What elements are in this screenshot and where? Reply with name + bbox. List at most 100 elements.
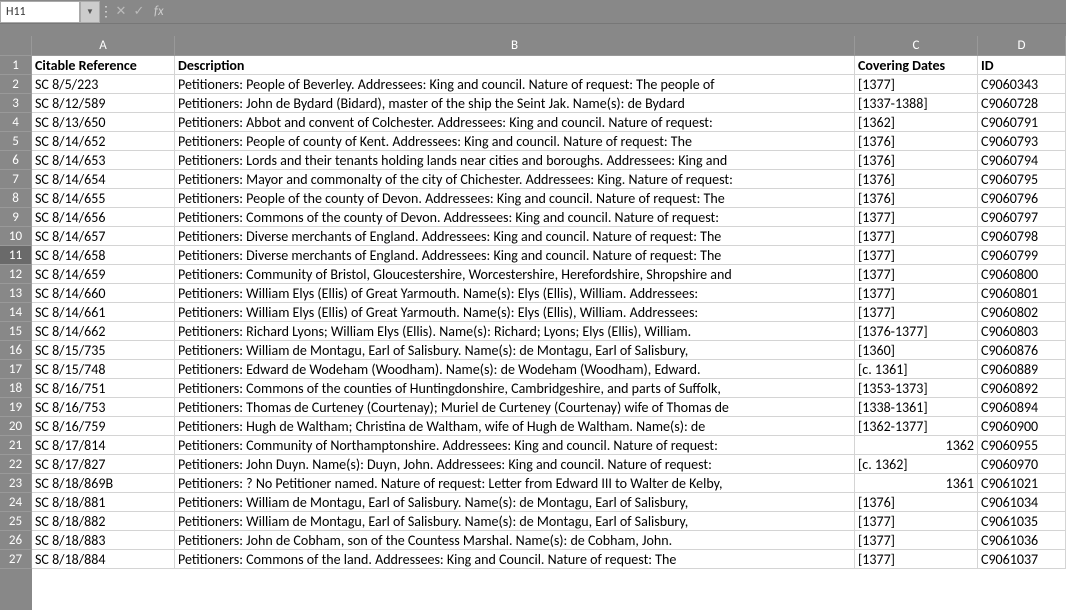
cell[interactable]: [1377]	[855, 265, 978, 284]
row-header[interactable]: 24	[0, 493, 32, 512]
cell[interactable]: C9060800	[978, 265, 1066, 284]
cell[interactable]: Petitioners: Community of Bristol, Glouc…	[175, 265, 855, 284]
cell[interactable]: C9060889	[978, 360, 1066, 379]
cell[interactable]: [1353-1373]	[855, 379, 978, 398]
cell[interactable]: SC 8/17/814	[32, 436, 175, 455]
cell[interactable]: C9060791	[978, 113, 1066, 132]
cell[interactable]: C9060799	[978, 246, 1066, 265]
cell[interactable]: [c. 1362]	[855, 455, 978, 474]
cell[interactable]: C9060795	[978, 170, 1066, 189]
cell[interactable]: Petitioners: William Elys (Ellis) of Gre…	[175, 284, 855, 303]
cell[interactable]: Petitioners: John Duyn. Name(s): Duyn, J…	[175, 455, 855, 474]
cell[interactable]: [1377]	[855, 303, 978, 322]
cell[interactable]: SC 8/12/589	[32, 94, 175, 113]
cell[interactable]: Petitioners: Commons of the counties of …	[175, 379, 855, 398]
cell[interactable]: Petitioners: Commons of the land. Addres…	[175, 550, 855, 569]
cell[interactable]: Petitioners: Community of Northamptonshi…	[175, 436, 855, 455]
cell[interactable]: Petitioners: William de Montagu, Earl of…	[175, 493, 855, 512]
col-header-d[interactable]: D	[978, 36, 1066, 56]
cell[interactable]: Petitioners: Edward de Wodeham (Woodham)…	[175, 360, 855, 379]
cell[interactable]: SC 8/14/657	[32, 227, 175, 246]
header-cell[interactable]: Citable Reference	[32, 56, 175, 75]
select-all-corner[interactable]	[0, 36, 32, 56]
cell[interactable]: SC 8/14/653	[32, 151, 175, 170]
cell[interactable]: 1361	[855, 474, 978, 493]
cell[interactable]: [1376]	[855, 170, 978, 189]
cell[interactable]: [1377]	[855, 531, 978, 550]
col-header-b[interactable]: B	[175, 36, 855, 56]
cell[interactable]: C9060796	[978, 189, 1066, 208]
cell[interactable]: SC 8/14/660	[32, 284, 175, 303]
cell[interactable]: C9060900	[978, 417, 1066, 436]
cell[interactable]: Petitioners: People of Beverley. Address…	[175, 75, 855, 94]
cell[interactable]: Petitioners: William Elys (Ellis) of Gre…	[175, 303, 855, 322]
cell[interactable]: [1376-1377]	[855, 322, 978, 341]
cell[interactable]: C9060803	[978, 322, 1066, 341]
cell[interactable]: SC 8/14/654	[32, 170, 175, 189]
header-cell[interactable]: ID	[978, 56, 1066, 75]
row-header[interactable]: 11	[0, 246, 32, 265]
row-header[interactable]: 13	[0, 284, 32, 303]
cell[interactable]: [1377]	[855, 246, 978, 265]
row-header[interactable]: 1	[0, 56, 32, 75]
cell[interactable]: Petitioners: Abbot and convent of Colche…	[175, 113, 855, 132]
row-header[interactable]: 22	[0, 455, 32, 474]
cell[interactable]: [1376]	[855, 189, 978, 208]
cell[interactable]: C9061036	[978, 531, 1066, 550]
cell[interactable]: Petitioners: Thomas de Curteney (Courten…	[175, 398, 855, 417]
cell[interactable]: [1376]	[855, 132, 978, 151]
cell[interactable]: [1377]	[855, 284, 978, 303]
header-cell[interactable]: Covering Dates	[855, 56, 978, 75]
row-header[interactable]: 3	[0, 94, 32, 113]
cell[interactable]: C9060793	[978, 132, 1066, 151]
cell[interactable]: 1362	[855, 436, 978, 455]
cell[interactable]: SC 8/18/882	[32, 512, 175, 531]
cell[interactable]: C9060728	[978, 94, 1066, 113]
row-header[interactable]: 17	[0, 360, 32, 379]
cell[interactable]: Petitioners: People of county of Kent. A…	[175, 132, 855, 151]
cell[interactable]: Petitioners: Diverse merchants of Englan…	[175, 227, 855, 246]
cell[interactable]: Petitioners: William de Montagu, Earl of…	[175, 341, 855, 360]
cell[interactable]: Petitioners: Mayor and commonalty of the…	[175, 170, 855, 189]
row-header[interactable]: 20	[0, 417, 32, 436]
row-header[interactable]: 6	[0, 151, 32, 170]
cell[interactable]: SC 8/14/655	[32, 189, 175, 208]
cell[interactable]: SC 8/15/748	[32, 360, 175, 379]
cell[interactable]: SC 8/5/223	[32, 75, 175, 94]
cell[interactable]: SC 8/14/652	[32, 132, 175, 151]
cell[interactable]: [1377]	[855, 550, 978, 569]
cell[interactable]: C9061035	[978, 512, 1066, 531]
row-header[interactable]: 23	[0, 474, 32, 493]
cell[interactable]: C9060892	[978, 379, 1066, 398]
row-header[interactable]: 12	[0, 265, 32, 284]
cell[interactable]: SC 8/16/759	[32, 417, 175, 436]
row-header[interactable]: 27	[0, 550, 32, 569]
cell[interactable]: SC 8/14/662	[32, 322, 175, 341]
accept-formula-icon[interactable]: ✓	[130, 1, 148, 23]
data-area[interactable]: Citable ReferenceDescriptionCovering Dat…	[32, 56, 1066, 569]
cell[interactable]: SC 8/14/658	[32, 246, 175, 265]
row-header[interactable]: 10	[0, 227, 32, 246]
row-header[interactable]: 26	[0, 531, 32, 550]
fx-icon[interactable]: fx	[148, 4, 170, 19]
cell[interactable]: C9061034	[978, 493, 1066, 512]
row-header[interactable]: 8	[0, 189, 32, 208]
cell[interactable]: SC 8/13/650	[32, 113, 175, 132]
cell[interactable]: Petitioners: Lords and their tenants hol…	[175, 151, 855, 170]
cell[interactable]: SC 8/14/656	[32, 208, 175, 227]
cell[interactable]: SC 8/14/661	[32, 303, 175, 322]
cell[interactable]: [c. 1361]	[855, 360, 978, 379]
row-header[interactable]: 9	[0, 208, 32, 227]
cell[interactable]: [1377]	[855, 227, 978, 246]
row-header[interactable]: 14	[0, 303, 32, 322]
cell[interactable]: C9060801	[978, 284, 1066, 303]
cell[interactable]: [1376]	[855, 493, 978, 512]
cell[interactable]: SC 8/18/883	[32, 531, 175, 550]
cell[interactable]: SC 8/18/869B	[32, 474, 175, 493]
cell[interactable]: SC 8/15/735	[32, 341, 175, 360]
cell[interactable]: C9060894	[978, 398, 1066, 417]
row-header[interactable]: 2	[0, 75, 32, 94]
col-header-a[interactable]: A	[32, 36, 175, 56]
cell[interactable]: [1362]	[855, 113, 978, 132]
row-header[interactable]: 7	[0, 170, 32, 189]
